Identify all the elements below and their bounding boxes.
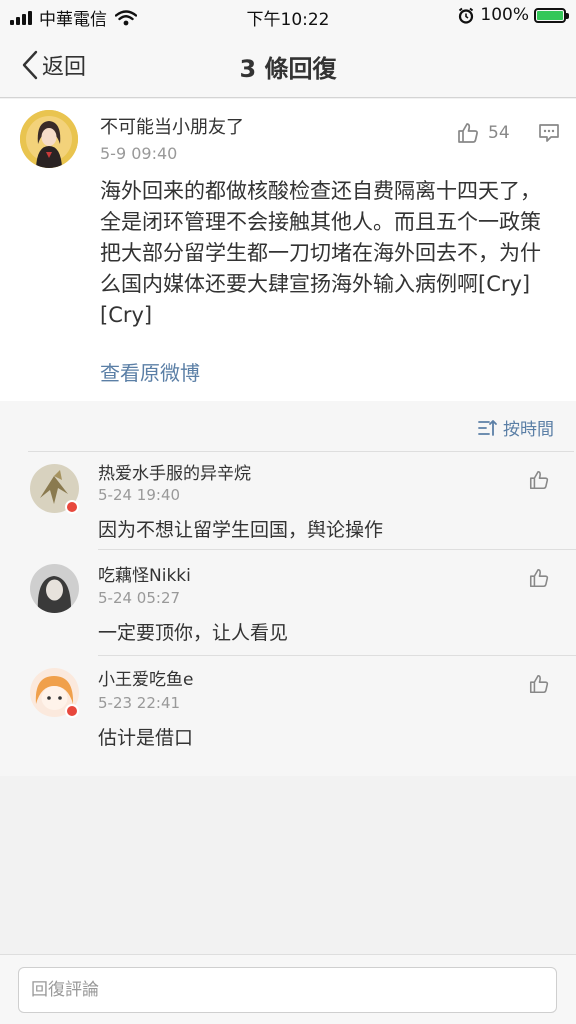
verified-badge [65, 500, 79, 514]
comment-text: 海外回来的都做核酸检查还自费隔离十四天了，全是闭环管理不会接触其他人。而且五个一… [100, 179, 541, 327]
reply-text: 因为不想让留学生回国，舆论操作 [98, 519, 384, 541]
avatar[interactable] [30, 564, 79, 613]
battery-percent: 100% [480, 5, 529, 25]
status-bar: 中華電信 下午10:22 100% [0, 0, 576, 32]
reply-time: 5-24 05:27 [98, 589, 181, 607]
avatar[interactable] [20, 110, 78, 168]
status-right: 100% [458, 5, 569, 25]
reply-item: 热爱水手服的异辛烷 5-24 19:40 因为不想让留学生回国，舆论操作 [0, 452, 576, 550]
sort-icon [478, 419, 497, 436]
comment-author[interactable]: 不可能当小朋友了 [100, 113, 244, 139]
reply-input[interactable]: 回復評論 [18, 967, 557, 1013]
like-button[interactable] [528, 673, 550, 699]
nav-bar: 返回 3 條回復 [0, 32, 576, 98]
page-title: 3 條回復 [239, 55, 337, 83]
thumbs-up-icon [458, 123, 478, 143]
battery-icon [534, 7, 569, 23]
reply-button[interactable] [538, 123, 560, 147]
view-original-link[interactable]: 查看原微博 [100, 357, 200, 386]
thumbs-up-icon [529, 470, 549, 490]
reply-item: 吃藕怪Nikki 5-24 05:27 一定要顶你，让人看见 [0, 550, 576, 656]
reply-text: 一定要顶你，让人看见 [98, 622, 289, 644]
sort-by-time-button[interactable]: 按時間 [478, 415, 554, 440]
thumbs-up-icon [529, 674, 549, 694]
like-button[interactable] [528, 469, 550, 495]
comment-time: 5-9 09:40 [100, 144, 178, 163]
alarm-icon [459, 7, 474, 24]
reply-input-bar: 回復評論 [0, 954, 576, 1024]
comment-icon [539, 124, 559, 142]
thumbs-up-icon [529, 568, 549, 588]
reply-time: 5-23 22:41 [98, 694, 181, 712]
reply-item: 小王爱吃鱼e 5-23 22:41 估计是借口 [0, 656, 576, 766]
reply-time: 5-24 19:40 [98, 486, 181, 504]
like-count: 54 [488, 123, 510, 143]
original-comment: 不可能当小朋友了 5-9 09:40 54 海外回来的都做核酸检查还自费隔离十四… [0, 99, 576, 401]
avatar-image [30, 564, 79, 613]
reply-author[interactable]: 吃藕怪Nikki [98, 561, 191, 586]
reply-author[interactable]: 小王爱吃鱼e [98, 665, 193, 690]
verified-badge [65, 704, 79, 718]
reply-text: 估计是借口 [98, 727, 194, 749]
like-button[interactable] [528, 567, 550, 593]
sort-label: 按時間 [503, 420, 554, 440]
reply-author[interactable]: 热爱水手服的异辛烷 [98, 459, 251, 484]
like-button[interactable]: 54 [456, 121, 510, 145]
avatar-image [20, 110, 78, 168]
